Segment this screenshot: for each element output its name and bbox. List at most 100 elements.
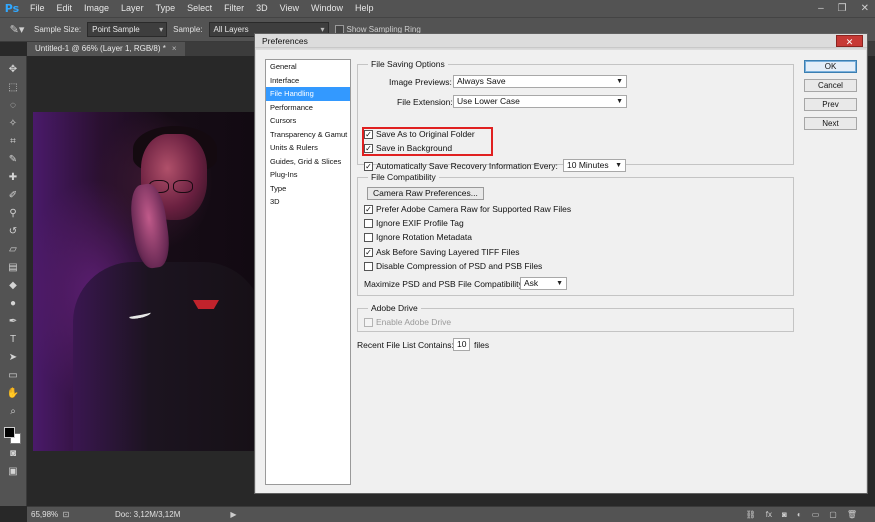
foreground-color-swatch[interactable] bbox=[4, 427, 15, 438]
restore-icon[interactable]: ❐ bbox=[838, 0, 847, 17]
sample-size-label: Sample Size: bbox=[34, 25, 82, 34]
close-tab-icon[interactable]: × bbox=[172, 44, 177, 53]
path-select-icon[interactable]: ➤ bbox=[3, 349, 23, 366]
category-general[interactable]: General bbox=[266, 60, 350, 74]
type-tool-icon[interactable]: T bbox=[3, 331, 23, 348]
clone-stamp-icon[interactable]: ⚲ bbox=[3, 205, 23, 222]
category-cursors[interactable]: Cursors bbox=[266, 114, 350, 128]
quick-select-tool-icon[interactable]: ✧ bbox=[3, 115, 23, 132]
auto-save-label: Automatically Save Recovery Information … bbox=[376, 161, 558, 171]
lasso-tool-icon[interactable]: ◌ bbox=[3, 97, 23, 114]
recent-files-input[interactable]: 10 bbox=[453, 338, 470, 351]
layer-mask-icon[interactable]: ◙ bbox=[782, 507, 787, 522]
blur-tool-icon[interactable]: ◆ bbox=[3, 277, 23, 294]
zoom-level[interactable]: 65,98% bbox=[27, 510, 59, 519]
disable-compression-checkbox[interactable]: Disable Compression of PSD and PSB Files bbox=[364, 261, 542, 272]
zoom-tool-icon[interactable]: ⌕ bbox=[3, 403, 23, 420]
dodge-tool-icon[interactable]: ● bbox=[3, 295, 23, 312]
checkbox-box[interactable] bbox=[364, 262, 373, 271]
ignore-rotation-checkbox[interactable]: Ignore Rotation Metadata bbox=[364, 232, 472, 243]
camera-raw-preferences-button[interactable]: Camera Raw Preferences... bbox=[367, 187, 484, 200]
healing-brush-icon[interactable]: ✚ bbox=[3, 169, 23, 186]
share-icon[interactable]: ⊡ bbox=[59, 510, 73, 519]
maximize-compatibility-label: Maximize PSD and PSB File Compatibility: bbox=[364, 279, 526, 289]
screen-mode-icon[interactable]: ▣ bbox=[3, 463, 23, 480]
category-type[interactable]: Type bbox=[266, 182, 350, 196]
adjustment-layer-icon[interactable]: ◐ bbox=[797, 507, 802, 522]
eyedropper-tool-icon[interactable]: ✎ bbox=[3, 151, 23, 168]
layer-panel-icons: ⛓ fx ◙ ◐ ▭ ▢ 🗑 bbox=[746, 507, 857, 522]
category-units-rulers[interactable]: Units & Rulers bbox=[266, 141, 350, 155]
rectangle-tool-icon[interactable]: ▭ bbox=[3, 367, 23, 384]
maximize-compatibility-select[interactable]: Ask ▼ bbox=[520, 277, 567, 290]
next-button[interactable]: Next bbox=[804, 117, 857, 130]
link-layers-icon[interactable]: ⛓ bbox=[746, 507, 756, 522]
checkbox-box[interactable] bbox=[364, 162, 373, 171]
prev-button[interactable]: Prev bbox=[804, 98, 857, 111]
checkbox-box[interactable] bbox=[364, 205, 373, 214]
image-previews-select[interactable]: Always Save ▼ bbox=[453, 75, 627, 88]
auto-save-interval-select[interactable]: 10 Minutes ▼ bbox=[563, 159, 626, 172]
ok-button[interactable]: OK bbox=[804, 60, 857, 73]
gradient-tool-icon[interactable]: ▤ bbox=[3, 259, 23, 276]
enable-adobe-drive-label: Enable Adobe Drive bbox=[376, 317, 452, 327]
sample-size-select[interactable]: Point Sample bbox=[87, 22, 168, 37]
menu-view[interactable]: View bbox=[274, 0, 305, 17]
trash-icon[interactable]: 🗑 bbox=[847, 507, 857, 522]
eraser-tool-icon[interactable]: ▱ bbox=[3, 241, 23, 258]
minimize-icon[interactable]: – bbox=[818, 0, 824, 17]
menu-image[interactable]: Image bbox=[78, 0, 115, 17]
crop-tool-icon[interactable]: ⌗ bbox=[3, 133, 23, 150]
menu-filter[interactable]: Filter bbox=[218, 0, 250, 17]
file-extension-value: Use Lower Case bbox=[457, 96, 520, 106]
checkbox-box[interactable] bbox=[364, 233, 373, 242]
ask-tiff-checkbox[interactable]: Ask Before Saving Layered TIFF Files bbox=[364, 247, 519, 258]
chevron-down-icon: ▼ bbox=[615, 162, 622, 169]
menu-layer[interactable]: Layer bbox=[115, 0, 150, 17]
dialog-titlebar[interactable]: Preferences ✕ bbox=[255, 34, 867, 48]
auto-save-checkbox[interactable]: Automatically Save Recovery Information … bbox=[364, 161, 558, 172]
category-file-handling[interactable]: File Handling bbox=[266, 87, 350, 101]
menu-select[interactable]: Select bbox=[181, 0, 218, 17]
chevron-down-icon: ▼ bbox=[556, 280, 563, 287]
marquee-tool-icon[interactable]: ⬚ bbox=[3, 79, 23, 96]
pen-tool-icon[interactable]: ✒ bbox=[3, 313, 23, 330]
hand-tool-icon[interactable]: ✋ bbox=[3, 385, 23, 402]
menu-help[interactable]: Help bbox=[349, 0, 380, 17]
ignore-exif-checkbox[interactable]: Ignore EXIF Profile Tag bbox=[364, 218, 464, 229]
menu-file[interactable]: File bbox=[24, 0, 51, 17]
sample-label: Sample: bbox=[173, 25, 203, 34]
recent-files-label: Recent File List Contains: bbox=[357, 340, 454, 350]
menu-edit[interactable]: Edit bbox=[51, 0, 79, 17]
checkbox-box[interactable] bbox=[364, 219, 373, 228]
fx-icon[interactable]: fx bbox=[766, 507, 772, 522]
brush-tool-icon[interactable]: ✐ bbox=[3, 187, 23, 204]
category-transparency-gamut[interactable]: Transparency & Gamut bbox=[266, 128, 350, 142]
close-icon[interactable]: ✕ bbox=[836, 35, 863, 47]
category-3d[interactable]: 3D bbox=[266, 195, 350, 209]
prefer-camera-raw-checkbox[interactable]: Prefer Adobe Camera Raw for Supported Ra… bbox=[364, 204, 571, 215]
quick-mask-icon[interactable]: ◙ bbox=[3, 445, 23, 462]
menu-type[interactable]: Type bbox=[150, 0, 182, 17]
category-performance[interactable]: Performance bbox=[266, 101, 350, 115]
color-swatches[interactable] bbox=[2, 425, 24, 445]
file-extension-label: File Extension: bbox=[397, 97, 453, 107]
close-window-icon[interactable]: ✕ bbox=[861, 0, 869, 17]
history-brush-icon[interactable]: ↺ bbox=[3, 223, 23, 240]
category-plug-ins[interactable]: Plug-Ins bbox=[266, 168, 350, 182]
menu-window[interactable]: Window bbox=[305, 0, 349, 17]
status-bar: 65,98% ⊡ Doc: 3,12M/3,12M ▶ ⛓ fx ◙ ◐ ▭ ▢… bbox=[27, 506, 875, 522]
menu-3d[interactable]: 3D bbox=[250, 0, 274, 17]
move-tool-icon[interactable]: ✥ bbox=[3, 61, 23, 78]
checkbox-box[interactable] bbox=[364, 248, 373, 257]
cancel-button[interactable]: Cancel bbox=[804, 79, 857, 92]
status-menu-arrow-icon[interactable]: ▶ bbox=[230, 510, 236, 519]
eyedropper-icon[interactable]: ✎▾ bbox=[6, 20, 28, 40]
document-tab[interactable]: Untitled-1 @ 66% (Layer 1, RGB/8) * × bbox=[27, 42, 185, 56]
new-layer-icon[interactable]: ▢ bbox=[829, 507, 837, 522]
category-interface[interactable]: Interface bbox=[266, 74, 350, 88]
file-extension-select[interactable]: Use Lower Case ▼ bbox=[453, 95, 627, 108]
group-icon[interactable]: ▭ bbox=[812, 507, 820, 522]
ask-tiff-label: Ask Before Saving Layered TIFF Files bbox=[376, 247, 520, 257]
category-guides-grid-slices[interactable]: Guides, Grid & Slices bbox=[266, 155, 350, 169]
